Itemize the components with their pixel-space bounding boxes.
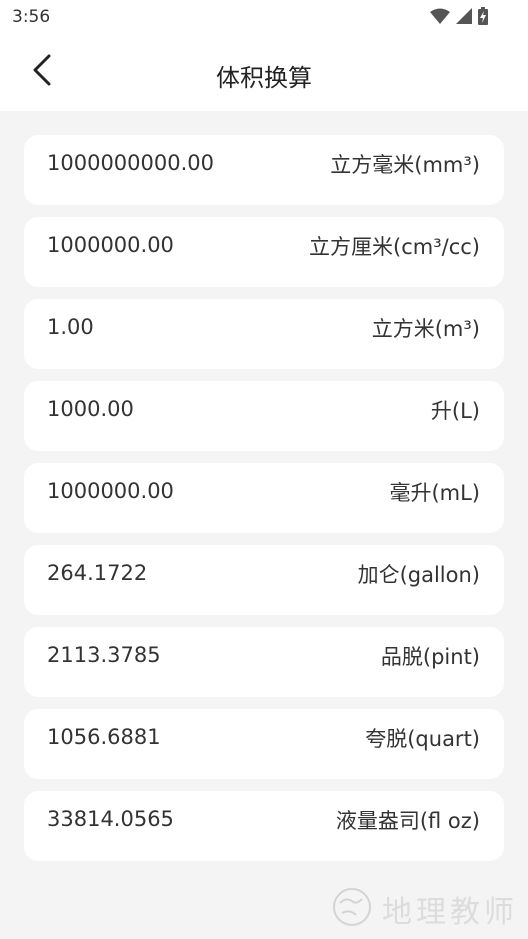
status-time: 3:56 <box>12 7 51 27</box>
conversion-row-floz[interactable]: 33814.0565 液量盎司(fl oz) <box>24 791 504 861</box>
row-value: 1000.00 <box>47 397 134 421</box>
row-value: 1056.6881 <box>47 725 161 749</box>
conversion-row-mm3[interactable]: 1000000000.00 立方毫米(mm³) <box>24 135 504 205</box>
row-value: 33814.0565 <box>47 807 174 831</box>
row-unit: 立方厘米(cm³/cc) <box>309 235 480 259</box>
conversion-row-cm3[interactable]: 1000000.00 立方厘米(cm³/cc) <box>24 217 504 287</box>
row-unit: 升(L) <box>430 399 480 423</box>
conversion-row-pint[interactable]: 2113.3785 品脱(pint) <box>24 627 504 697</box>
row-unit: 立方毫米(mm³) <box>330 153 480 177</box>
globe-logo-icon <box>330 885 374 933</box>
conversion-row-liter[interactable]: 1000.00 升(L) <box>24 381 504 451</box>
row-value: 264.1722 <box>47 561 148 585</box>
row-unit: 加仑(gallon) <box>357 563 480 587</box>
signal-icon <box>456 8 472 28</box>
conversion-row-m3[interactable]: 1.00 立方米(m³) <box>24 299 504 369</box>
row-unit: 夸脱(quart) <box>365 727 480 751</box>
row-value: 1000000000.00 <box>47 151 215 175</box>
status-bar: 3:56 <box>0 0 528 36</box>
conversion-list: 1000000000.00 立方毫米(mm³) 1000000.00 立方厘米(… <box>24 135 504 873</box>
row-unit: 毫升(mL) <box>389 481 480 505</box>
row-value: 1.00 <box>47 315 94 339</box>
app-bar: 体积换算 <box>0 36 528 111</box>
watermark: 地理教师 <box>330 885 518 933</box>
row-value: 1000000.00 <box>47 233 174 257</box>
page-title: 体积换算 <box>216 64 312 92</box>
battery-charging-icon <box>478 7 488 29</box>
conversion-row-ml[interactable]: 1000000.00 毫升(mL) <box>24 463 504 533</box>
status-icons <box>430 7 488 29</box>
row-unit: 立方米(m³) <box>371 317 480 341</box>
conversion-row-gallon[interactable]: 264.1722 加仑(gallon) <box>24 545 504 615</box>
watermark-text: 地理教师 <box>382 895 518 930</box>
wifi-icon <box>430 8 450 28</box>
conversion-row-quart[interactable]: 1056.6881 夸脱(quart) <box>24 709 504 779</box>
row-unit: 品脱(pint) <box>380 645 480 669</box>
row-unit: 液量盎司(fl oz) <box>335 809 480 833</box>
row-value: 1000000.00 <box>47 479 174 503</box>
row-value: 2113.3785 <box>47 643 161 667</box>
